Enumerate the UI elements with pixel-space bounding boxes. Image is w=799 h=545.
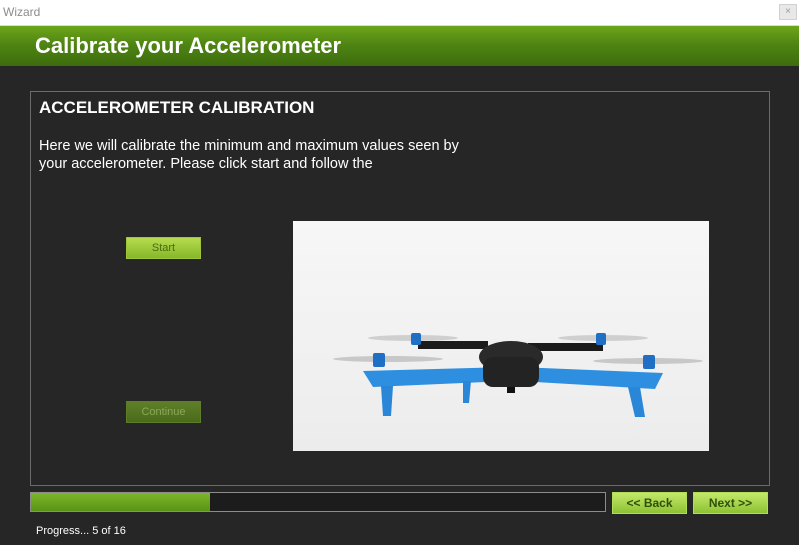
start-button[interactable]: Start: [126, 237, 201, 259]
next-button[interactable]: Next >>: [693, 492, 768, 514]
page-title: Calibrate your Accelerometer: [35, 33, 342, 58]
calibration-panel: ACCELEROMETER CALIBRATION Here we will c…: [30, 91, 770, 486]
progress-label: Progress... 5 of 16: [36, 525, 126, 537]
drone-photo: [293, 221, 709, 451]
window-close-button[interactable]: ×: [779, 4, 797, 20]
instructions-text: Here we will calibrate the minimum and m…: [39, 138, 459, 172]
wizard-header: Calibrate your Accelerometer: [0, 26, 799, 66]
window-title: Wizard: [3, 5, 41, 19]
drone-illustration: [293, 221, 709, 451]
section-title: ACCELEROMETER CALIBRATION: [39, 98, 315, 117]
progress-bar-fill: [31, 493, 211, 511]
continue-button[interactable]: Continue: [126, 401, 201, 423]
back-button[interactable]: << Back: [612, 492, 687, 514]
progress-bar: [30, 492, 606, 512]
window-titlebar: Wizard ×: [0, 0, 799, 26]
